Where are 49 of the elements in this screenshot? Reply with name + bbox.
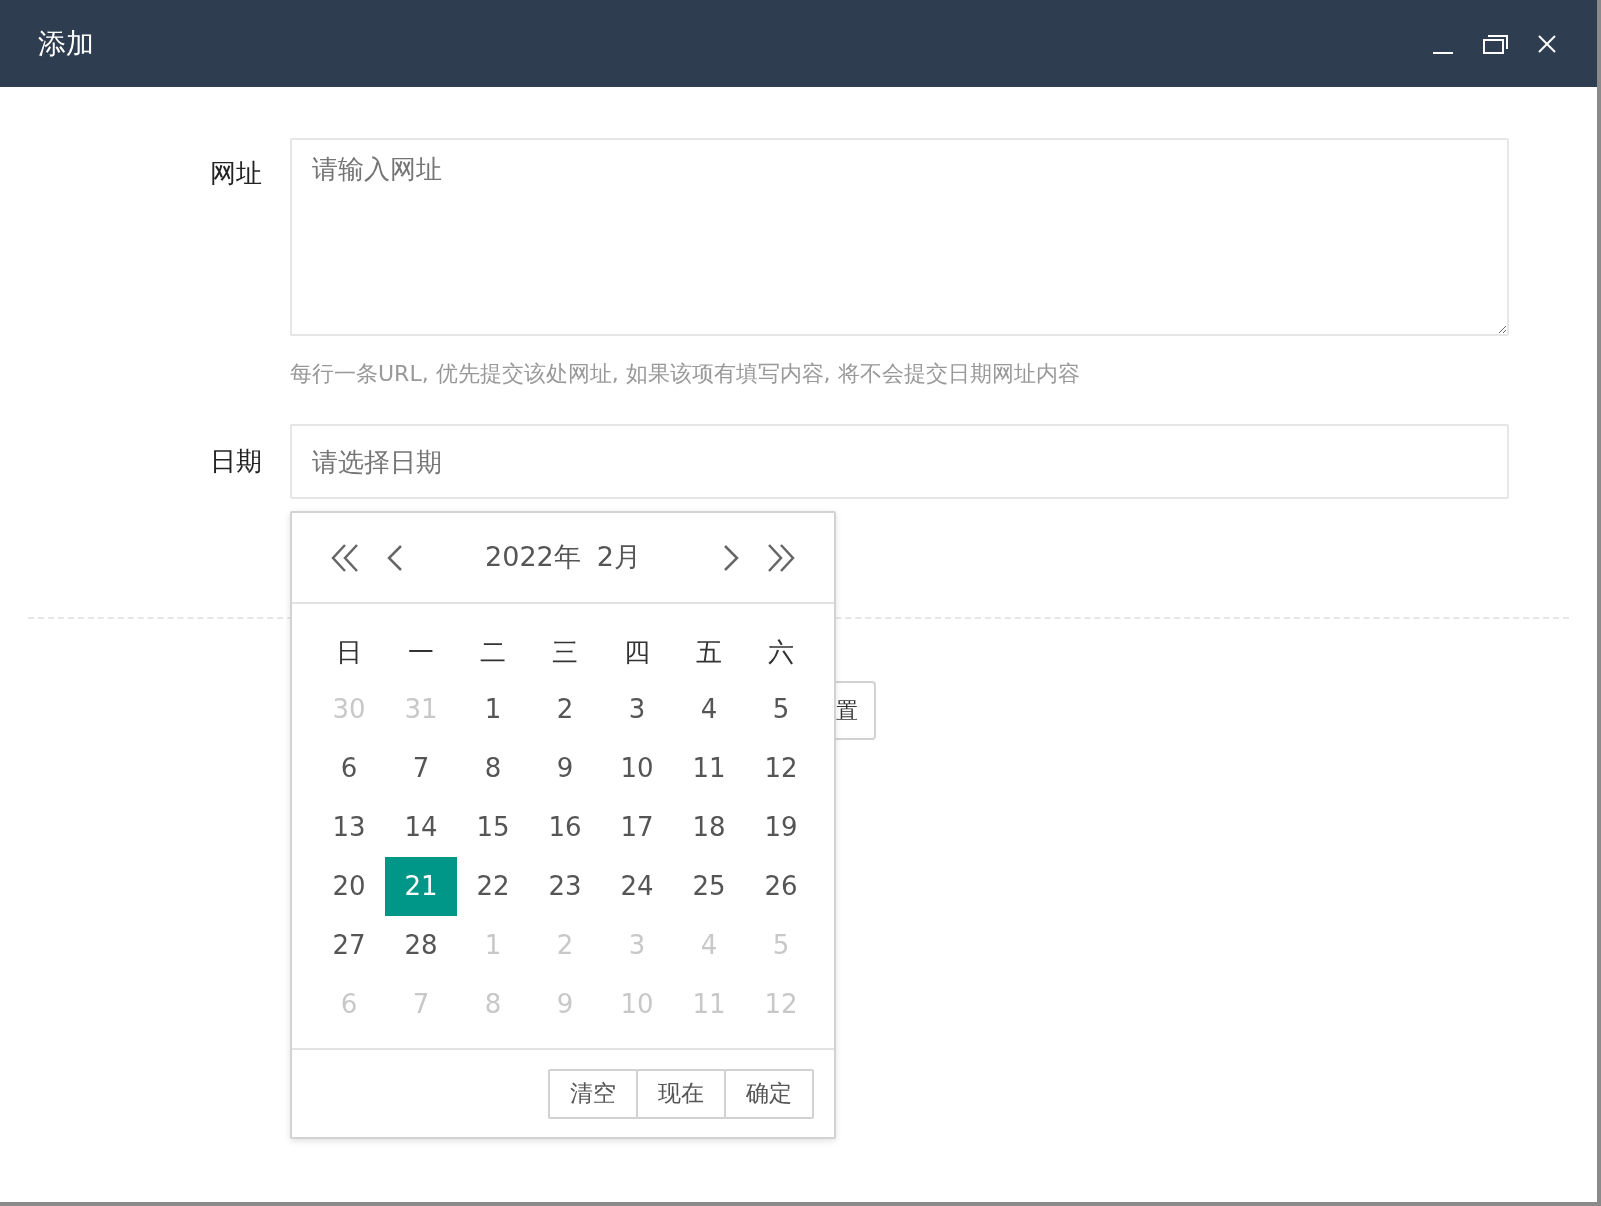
date-input-field[interactable]: 请选择日期 — [290, 424, 1509, 499]
weekday-label: 日 — [335, 635, 363, 669]
day-cell[interactable]: 28 — [385, 916, 457, 975]
weekday-label: 四 — [623, 635, 651, 669]
weekday-label: 二 — [479, 635, 507, 669]
day-cell[interactable]: 2 — [529, 680, 601, 739]
confirm-button[interactable]: 确定 — [724, 1068, 814, 1119]
day-cell[interactable]: 8 — [457, 739, 529, 798]
weekday-label: 六 — [767, 635, 795, 669]
day-cell[interactable]: 15 — [457, 798, 529, 857]
day-cell[interactable]: 23 — [529, 857, 601, 916]
day-cell[interactable]: 10 — [601, 739, 673, 798]
now-button[interactable]: 现在 — [636, 1068, 726, 1119]
help-text: 每行一条URL, 优先提交该处网址, 如果该项有填写内容, 将不会提交日期网址内容 — [290, 360, 1081, 388]
day-cell[interactable]: 1 — [457, 680, 529, 739]
reset-button[interactable]: 置 — [836, 681, 876, 740]
day-cell[interactable]: 27 — [313, 916, 385, 975]
day-cell[interactable]: 4 — [673, 680, 745, 739]
weekday-label: 五 — [695, 635, 723, 669]
day-cell[interactable]: 3 — [601, 680, 673, 739]
window-title: 添加 — [38, 25, 94, 62]
day-cell[interactable]: 7 — [385, 739, 457, 798]
day-cell[interactable]: 14 — [385, 798, 457, 857]
field-label: 日期 — [210, 445, 262, 478]
day-cell[interactable]: 26 — [745, 857, 817, 916]
weekday-label: 三 — [551, 635, 579, 669]
day-cell[interactable]: 22 — [457, 857, 529, 916]
day-cell[interactable]: 13 — [313, 798, 385, 857]
day-cell[interactable]: 19 — [745, 798, 817, 857]
day-cell[interactable]: 9 — [529, 739, 601, 798]
day-cell[interactable]: 6 — [313, 739, 385, 798]
url-input-field[interactable]: 请输入网址 — [290, 138, 1509, 336]
field-label: 网址 — [210, 157, 262, 190]
weekday-label: 一 — [407, 635, 435, 669]
day-cell[interactable]: 17 — [601, 798, 673, 857]
day-cell[interactable]: 12 — [745, 739, 817, 798]
day-cell[interactable]: 20 — [313, 857, 385, 916]
day-cell[interactable]: 5 — [745, 680, 817, 739]
maximize-icon[interactable] — [1482, 33, 1508, 54]
day-cell[interactable]: 18 — [673, 798, 745, 857]
clear-button[interactable]: 清空 — [548, 1068, 638, 1119]
day-cell[interactable]: 25 — [673, 857, 745, 916]
day-cell[interactable]: 11 — [673, 739, 745, 798]
month-text[interactable]: 2月 — [596, 537, 641, 578]
day-cell[interactable]: 16 — [529, 798, 601, 857]
day-cell[interactable]: 24 — [601, 857, 673, 916]
day-cell[interactable]: 21 — [385, 857, 457, 916]
close-icon[interactable] — [1538, 34, 1556, 53]
year-text[interactable]: 2022年 — [485, 537, 581, 578]
